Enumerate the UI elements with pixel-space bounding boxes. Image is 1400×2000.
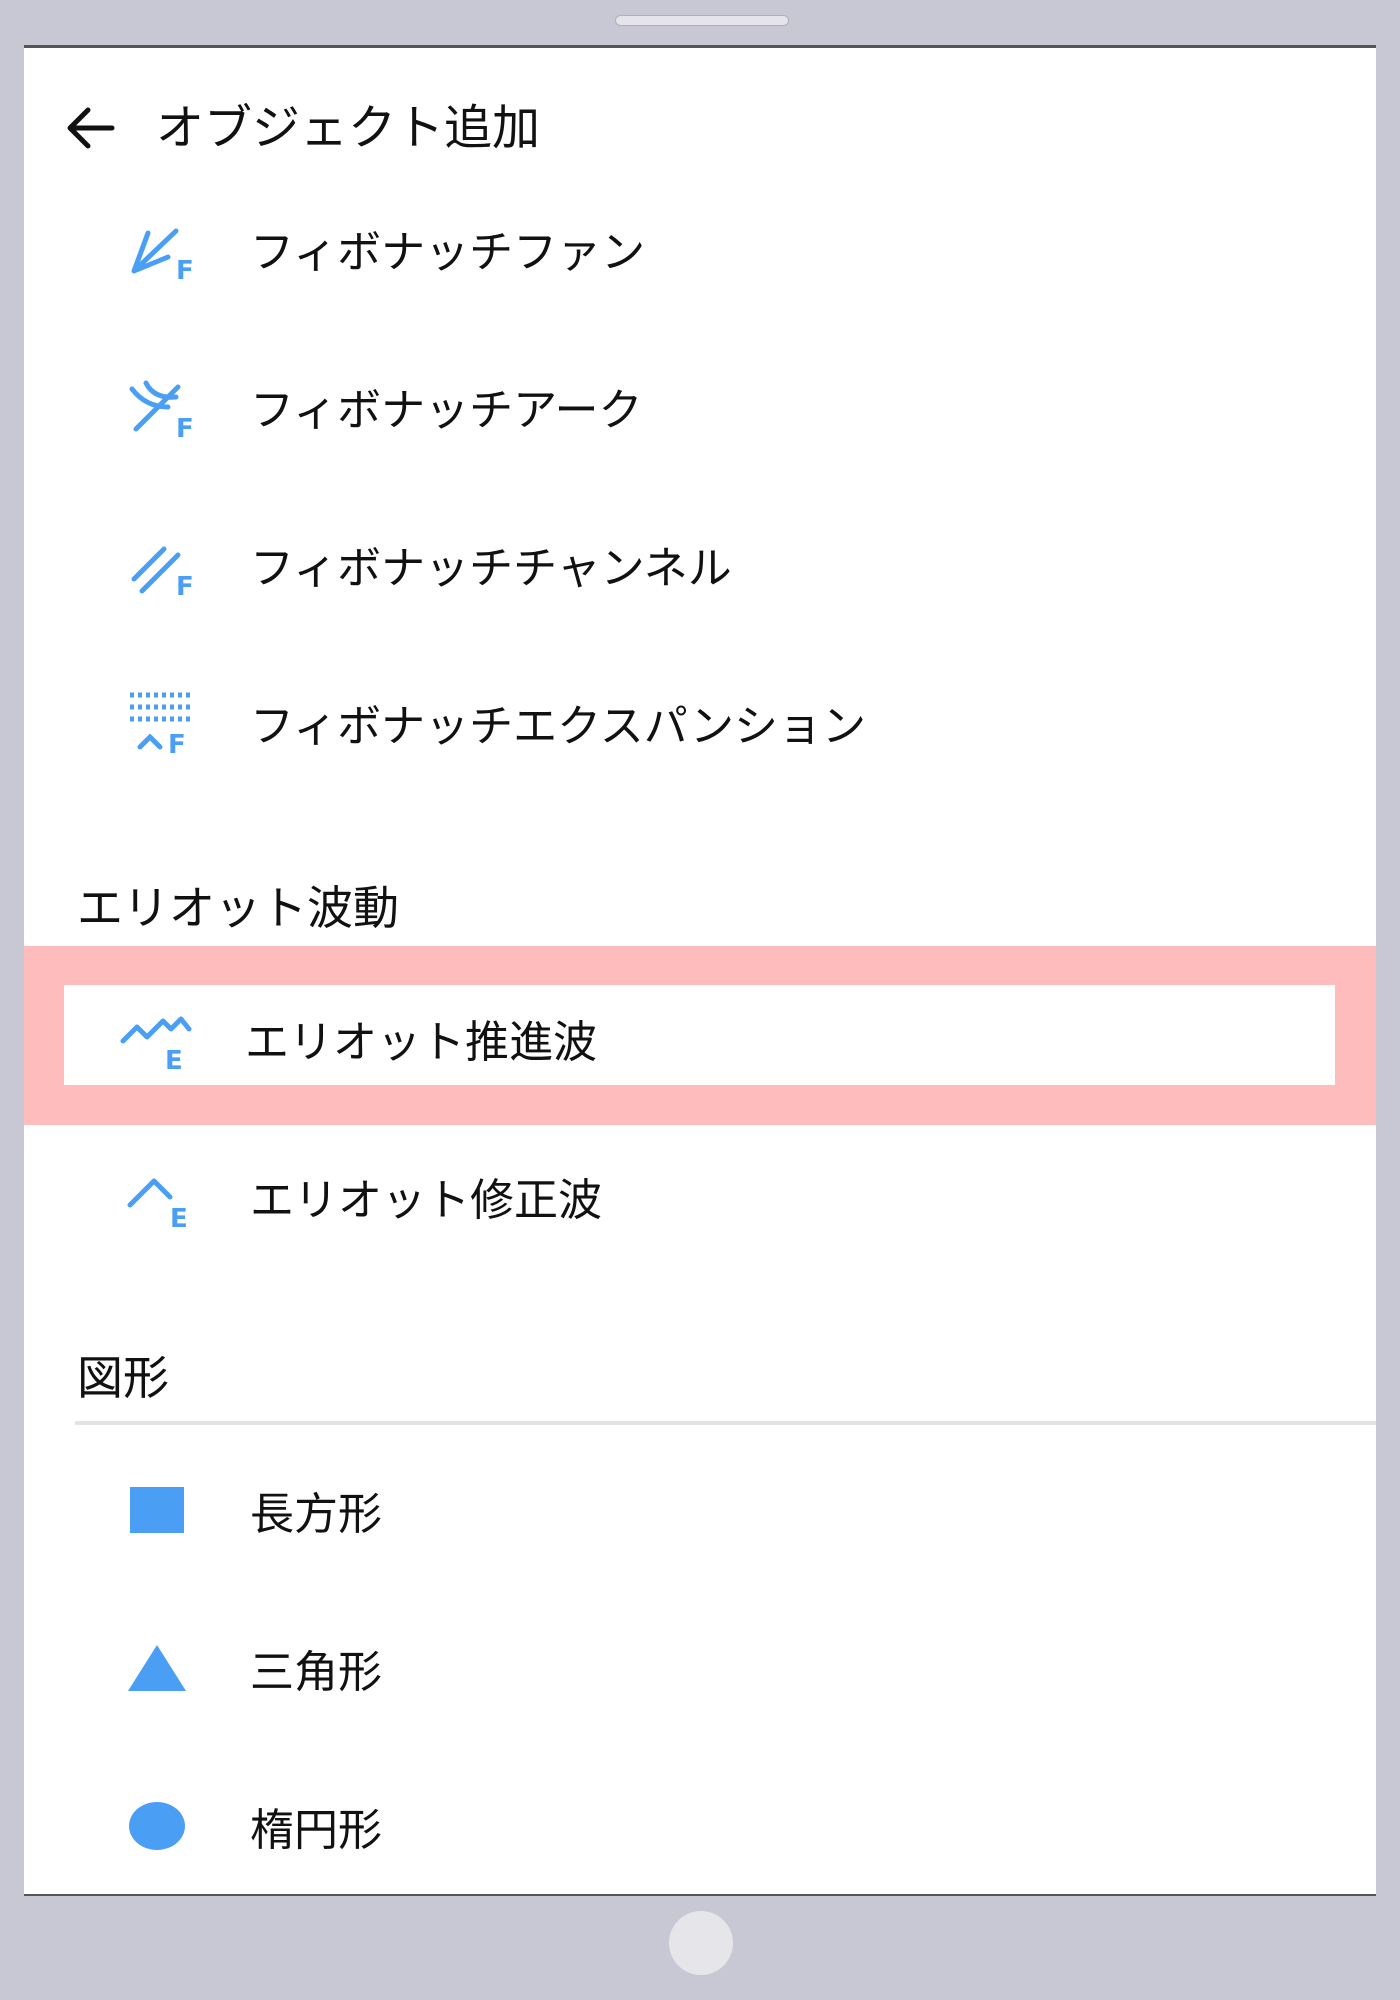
list-item-triangle[interactable]: 三角形 bbox=[64, 1618, 1336, 1718]
section-title-shapes: 図形 bbox=[77, 1351, 169, 1405]
arrow-left-icon bbox=[67, 107, 115, 149]
item-label: エリオット修正波 bbox=[250, 1175, 602, 1226]
rectangle-icon bbox=[130, 1487, 184, 1533]
elliott-correction-icon: E bbox=[127, 1178, 188, 1231]
divider bbox=[75, 1421, 1376, 1425]
screen: オブジェクト追加 F フィボナッチファン F フィボナッチアーク F フィボナッ… bbox=[24, 45, 1376, 1896]
elliott-impulse-icon: E bbox=[120, 1016, 192, 1073]
fibonacci-arc-icon: F bbox=[129, 380, 194, 441]
ellipse-icon bbox=[129, 1802, 185, 1850]
device-speaker bbox=[615, 15, 789, 26]
home-button[interactable] bbox=[669, 1911, 733, 1975]
item-label: 三角形 bbox=[250, 1647, 382, 1698]
item-label: フィボナッチファン bbox=[250, 227, 646, 278]
back-button[interactable] bbox=[60, 98, 120, 158]
list-item-elliott-correction[interactable]: E エリオット修正波 bbox=[64, 1146, 1336, 1246]
svg-text:F: F bbox=[176, 572, 194, 599]
svg-text:E: E bbox=[165, 1046, 183, 1073]
item-label: エリオット推進波 bbox=[245, 1017, 597, 1068]
fibonacci-channel-icon: F bbox=[131, 546, 194, 599]
list-item-ellipse[interactable]: 楕円形 bbox=[64, 1776, 1336, 1876]
triangle-icon bbox=[128, 1645, 186, 1691]
fibonacci-fan-icon: F bbox=[131, 228, 194, 283]
item-label: フィボナッチチャンネル bbox=[250, 543, 732, 594]
page-title: オブジェクト追加 bbox=[156, 100, 541, 156]
svg-text:F: F bbox=[176, 414, 194, 441]
item-label: 長方形 bbox=[250, 1489, 382, 1540]
svg-text:F: F bbox=[176, 256, 194, 283]
list-item-fibonacci-channel[interactable]: F フィボナッチチャンネル bbox=[64, 514, 1336, 614]
list-item-fibonacci-expansion[interactable]: F フィボナッチエクスパンション bbox=[64, 672, 1336, 772]
section-title-elliott: エリオット波動 bbox=[77, 881, 399, 935]
item-label: フィボナッチエクスパンション bbox=[250, 701, 866, 752]
item-label: 楕円形 bbox=[250, 1805, 382, 1856]
svg-text:E: E bbox=[170, 1204, 188, 1231]
list-item-rectangle[interactable]: 長方形 bbox=[64, 1460, 1336, 1560]
list-item-fibonacci-arc[interactable]: F フィボナッチアーク bbox=[64, 356, 1336, 456]
item-label: フィボナッチアーク bbox=[250, 385, 643, 436]
list-item-elliott-impulse[interactable]: E エリオット推進波 bbox=[64, 988, 1336, 1088]
list-item-fibonacci-fan[interactable]: F フィボナッチファン bbox=[64, 198, 1336, 298]
svg-text:F: F bbox=[168, 730, 186, 757]
fibonacci-expansion-icon: F bbox=[130, 692, 190, 757]
